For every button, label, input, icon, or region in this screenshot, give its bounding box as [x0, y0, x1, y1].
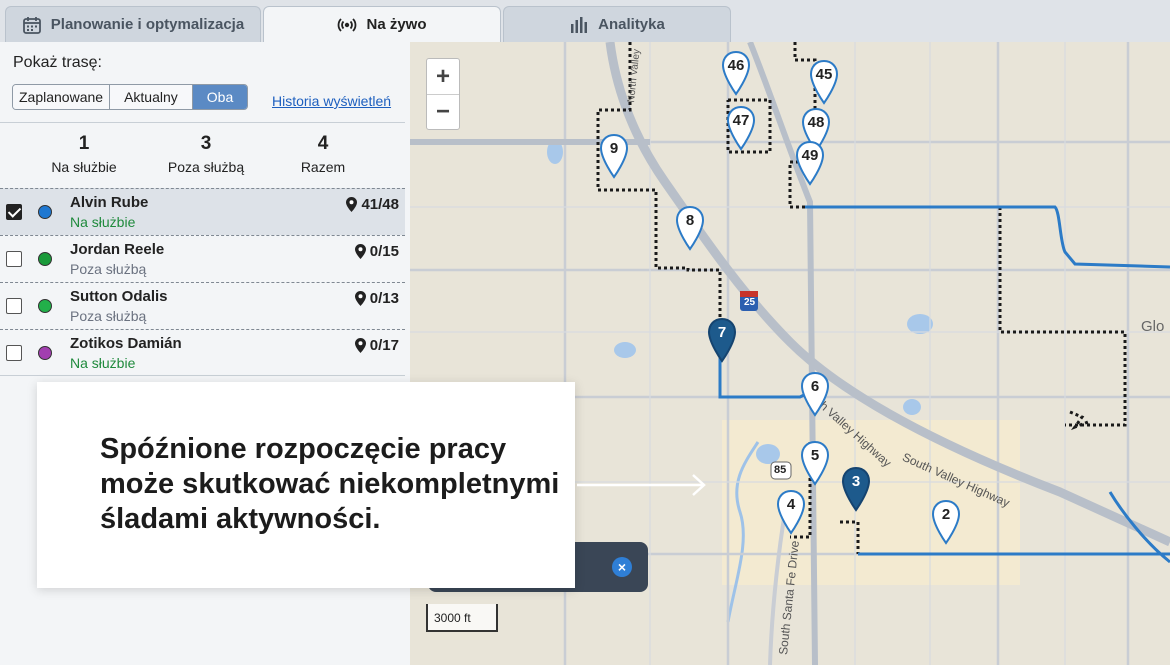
stop-number: 45 [815, 66, 833, 83]
stop-number: 46 [727, 57, 745, 74]
tab-planning[interactable]: Planowanie i optymalizacja [5, 6, 261, 42]
route-option-planned[interactable]: Zaplanowane [13, 85, 111, 109]
route-stop-marker[interactable]: 45 [809, 59, 839, 105]
calendar-icon [22, 16, 41, 34]
route-toggle: Zaplanowane Aktualny Oba [12, 84, 249, 110]
stop-number: 47 [732, 112, 750, 129]
location-pin-icon [354, 244, 366, 259]
stop-number: 4 [786, 496, 796, 513]
worker-count: 41/48 [346, 196, 399, 213]
route-stop-marker[interactable]: 3 [841, 466, 871, 512]
worker-name: Jordan Reele [70, 241, 165, 258]
location-pin-icon [354, 338, 366, 353]
stop-number: 8 [685, 212, 695, 229]
worker-checkbox[interactable] [6, 298, 22, 314]
zoom-in-button[interactable]: + [427, 59, 459, 94]
arrow-right-icon [577, 474, 706, 496]
worker-count-value: 0/17 [369, 337, 399, 354]
highway-25-label: 25 [744, 297, 756, 308]
route-stop-marker[interactable]: 49 [795, 140, 825, 186]
zoom-out-button[interactable]: − [427, 94, 459, 129]
tab-bar: Planowanie i optymalizacja Na żywo Anali… [0, 0, 1170, 42]
stop-number: 7 [717, 324, 727, 341]
stop-number: 2 [941, 506, 951, 523]
stat-total: 4 Razem [253, 133, 393, 175]
worker-count-value: 41/48 [361, 196, 399, 213]
route-stop-marker[interactable]: 9 [599, 133, 629, 179]
stat-label: Na służbie [51, 159, 117, 175]
stat-label: Razem [300, 159, 346, 175]
worker-status: Poza służbą [70, 308, 147, 324]
worker-row[interactable]: Alvin Rube Na służbie 41/48 [0, 188, 405, 235]
tab-live[interactable]: Na żywo [263, 6, 501, 42]
route-stop-marker[interactable]: 5 [800, 440, 830, 486]
tab-label: Planowanie i optymalizacja [50, 16, 245, 33]
worker-count: 0/13 [354, 290, 399, 307]
worker-count-value: 0/13 [369, 290, 399, 307]
worker-row[interactable]: Jordan Reele Poza służbą 0/15 [0, 235, 405, 282]
scale-bar: 3000 ft [426, 604, 498, 632]
tooltip-callout: Spóźnione rozpoczęcie pracy może skutkow… [37, 382, 575, 588]
tab-label: Analityka [598, 16, 665, 33]
stats-panel: 1 Na służbie 3 Poza służbą 4 Razem [0, 122, 405, 188]
show-route-label: Pokaż trasę: [13, 54, 102, 71]
worker-row[interactable]: Sutton Odalis Poza służbą 0/13 [0, 282, 405, 329]
route-stop-marker[interactable]: 6 [800, 371, 830, 417]
worker-name: Zotikos Damián [70, 335, 182, 352]
worker-count: 0/15 [354, 243, 399, 260]
stop-number: 3 [851, 473, 861, 490]
highway-85-label: 85 [774, 464, 787, 476]
route-stop-marker[interactable]: 4 [776, 489, 806, 535]
stop-number: 48 [807, 114, 825, 131]
worker-count-value: 0/15 [369, 243, 399, 260]
worker-color-dot [38, 346, 52, 360]
route-stop-marker[interactable]: 8 [675, 205, 705, 251]
route-stop-marker[interactable]: 47 [726, 105, 756, 151]
worker-checkbox[interactable] [6, 204, 22, 220]
worker-checkbox[interactable] [6, 345, 22, 361]
stop-number: 6 [810, 378, 820, 395]
worker-color-dot [38, 252, 52, 266]
callout-message: Spóźnione rozpoczęcie pracy może skutkow… [100, 433, 560, 535]
worker-color-dot [38, 205, 52, 219]
worker-color-dot [38, 299, 52, 313]
worker-checkbox[interactable] [6, 251, 22, 267]
route-stop-marker[interactable]: 46 [721, 50, 751, 96]
tab-analytics[interactable]: Analityka [503, 6, 731, 42]
route-stop-marker[interactable]: 7 [707, 317, 737, 363]
route-stop-marker[interactable]: 2 [931, 499, 961, 545]
worker-status: Poza służbą [70, 261, 147, 277]
location-pin-icon [346, 197, 358, 212]
tab-label: Na żywo [366, 16, 427, 33]
stat-value: 1 [78, 133, 90, 154]
bar-chart-icon [571, 16, 588, 33]
stop-number: 5 [810, 447, 820, 464]
live-broadcast-icon [338, 17, 357, 32]
worker-name: Alvin Rube [70, 194, 149, 211]
worker-count: 0/17 [354, 337, 399, 354]
stat-value: 4 [317, 133, 329, 154]
zoom-control: + − [426, 58, 460, 130]
stop-number: 9 [609, 140, 619, 157]
place-label: Glo [1141, 318, 1165, 335]
location-pin-icon [354, 291, 366, 306]
worker-name: Sutton Odalis [70, 288, 168, 305]
history-link[interactable]: Historia wyświetleń [272, 93, 391, 109]
worker-status: Na służbie [70, 355, 136, 371]
worker-status: Na służbie [70, 214, 136, 230]
stat-on-duty: 1 Na służbie [14, 133, 154, 175]
worker-list: Alvin Rube Na służbie 41/48 Jordan Reele… [0, 188, 405, 376]
close-icon[interactable]: × [612, 557, 632, 577]
stop-number: 49 [801, 147, 819, 164]
route-option-actual[interactable]: Aktualny [110, 85, 193, 109]
route-option-both[interactable]: Oba [192, 85, 248, 109]
worker-row[interactable]: Zotikos Damián Na służbie 0/17 [0, 329, 405, 376]
